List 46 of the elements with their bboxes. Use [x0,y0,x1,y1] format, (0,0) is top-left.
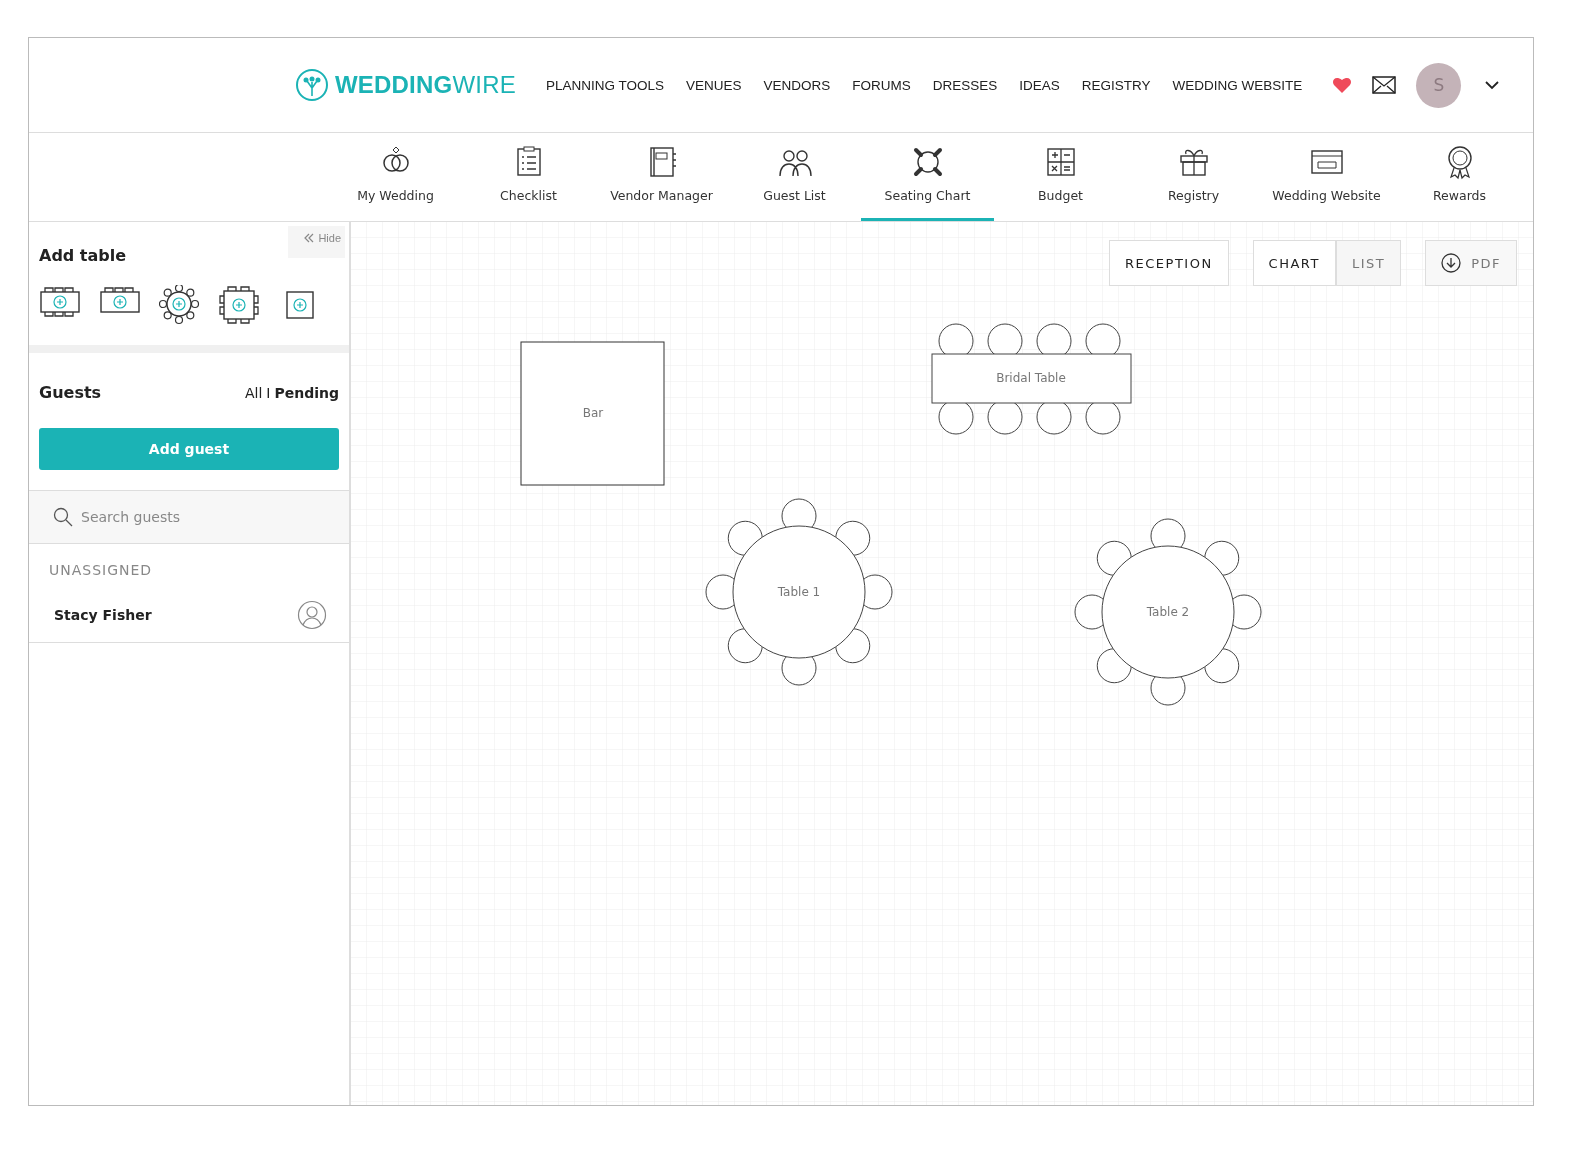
guests-title: Guests [39,383,102,402]
heart-icon[interactable] [1332,76,1353,94]
tool-tab[interactable]: My Wedding [329,133,462,221]
filter-separator: I [266,384,271,401]
table-label: Bridal Table [996,371,1066,385]
guest-name[interactable]: Stacy Fisher [54,607,152,623]
nav-link[interactable]: VENDORS [763,77,831,93]
chevron-down-icon[interactable] [1485,80,1500,90]
view-toggle[interactable]: LIST [1335,240,1402,286]
event-button[interactable]: RECEPTION [1109,240,1229,286]
nav-link[interactable]: VENUES [685,77,742,93]
search-field[interactable]: Search guests [29,490,349,544]
envelope-icon[interactable] [1372,76,1397,94]
nav-link[interactable]: IDEAS [1019,77,1060,93]
nav-link[interactable]: REGISTRY [1081,77,1151,93]
table-label: Table 2 [1146,605,1190,619]
banquet-table[interactable] [931,323,1132,435]
filter-all[interactable]: All [244,384,263,401]
pdf-button[interactable]: PDF [1425,240,1517,286]
nav-link[interactable]: FORUMS [852,77,911,93]
nav-link[interactable]: DRESSES [932,77,998,93]
bouquet-icon [295,68,329,102]
person-icon[interactable] [297,600,327,630]
round-table[interactable] [705,498,893,686]
tool-tab[interactable]: Wedding Website [1260,133,1393,221]
tool-tab[interactable]: Checklist [462,133,595,221]
tool-tab[interactable]: Guest List [728,133,861,221]
nav-link[interactable]: PLANNING TOOLS [545,77,664,93]
section-heading: UNASSIGNED [48,561,154,580]
tool-tab[interactable]: Budget [994,133,1127,221]
tool-tab[interactable]: Registry [1127,133,1260,221]
tool-tab[interactable]: Rewards [1393,133,1526,221]
add-table-title: Add table [39,246,128,265]
double-chevron-left-icon [304,233,315,243]
nav-link[interactable]: WEDDING WEBSITE [1172,77,1303,93]
view-toggle[interactable]: CHART [1252,240,1336,286]
table-label: Table 1 [777,585,821,599]
table-label: Bar [582,406,604,420]
round-table[interactable] [1074,518,1262,706]
filter-pending[interactable]: Pending [274,384,339,401]
table-type-icon[interactable] [219,285,260,325]
table-type-icon[interactable] [159,285,200,325]
tool-tab[interactable]: Vendor Manager [595,133,728,221]
bar-table[interactable] [520,341,665,486]
search-icon [53,507,73,527]
download-icon [1441,253,1462,273]
